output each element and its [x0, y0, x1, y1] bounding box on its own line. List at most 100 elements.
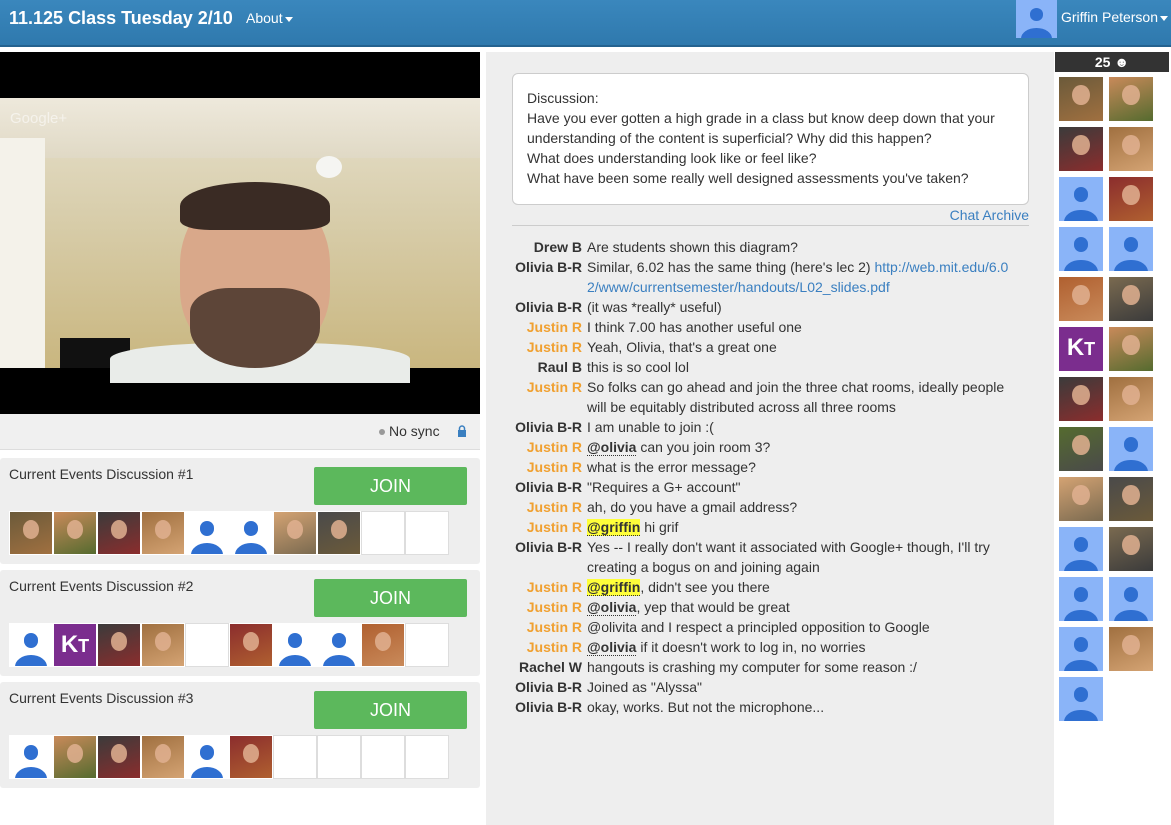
avatar-photo[interactable] [1108, 376, 1154, 422]
chevron-down-icon [1160, 15, 1169, 21]
avatar-photo[interactable] [229, 735, 273, 779]
avatar-kt-logo[interactable]: KT [1058, 326, 1104, 372]
chat-archive-link[interactable]: Chat Archive [950, 207, 1029, 223]
page-title: 11.125 Class Tuesday 2/10 [9, 8, 233, 28]
avatar-placeholder[interactable] [1108, 226, 1154, 272]
avatar-photo[interactable] [1058, 476, 1104, 522]
chat-text: @griffin, didn't see you there [587, 577, 1017, 597]
chat-author[interactable]: Justin R [486, 617, 587, 637]
avatar-photo[interactable] [1108, 326, 1154, 372]
avatar-photo[interactable] [1108, 76, 1154, 122]
join-room-button[interactable]: JOIN [314, 467, 467, 505]
chat-text-fragment: So folks can go ahead and join the three… [587, 379, 1005, 415]
avatar-photo[interactable] [1058, 276, 1104, 322]
avatar-photo[interactable] [97, 511, 141, 555]
chat-text: Yeah, Olivia, that's a great one [587, 337, 1017, 357]
avatar-placeholder[interactable] [1058, 626, 1104, 672]
avatar-photo[interactable] [1108, 176, 1154, 222]
avatar-photo[interactable] [1108, 276, 1154, 322]
avatar-photo[interactable] [1058, 376, 1104, 422]
avatar-photo[interactable] [1108, 126, 1154, 172]
sync-status[interactable]: No sync [379, 423, 440, 439]
chat-text-fragment: hangouts is crashing my computer for som… [587, 659, 917, 675]
chat-message: Justin R @olivia, yep that would be great [486, 597, 1054, 617]
chat-author[interactable]: Justin R [486, 597, 587, 617]
avatar-photo[interactable] [1058, 426, 1104, 472]
chat-author[interactable]: Justin R [486, 337, 587, 357]
avatar-photo[interactable] [9, 511, 53, 555]
chat-mention[interactable]: @olivia [587, 599, 637, 616]
avatar-photo[interactable] [1108, 476, 1154, 522]
avatar-placeholder[interactable] [273, 623, 317, 667]
chat-message: Olivia B-R Similar, 6.02 has the same thi… [486, 257, 1054, 297]
avatar-placeholder[interactable] [9, 623, 53, 667]
avatar-photo[interactable] [97, 735, 141, 779]
chat-text: @olivia, yep that would be great [587, 597, 1017, 617]
chat-author[interactable]: Drew B [486, 237, 587, 257]
avatar-photo[interactable] [141, 735, 185, 779]
discussion-prompt: Discussion: Have you ever gotten a high … [512, 73, 1029, 205]
avatar-placeholder[interactable] [317, 623, 361, 667]
avatar-placeholder[interactable] [185, 735, 229, 779]
avatar-placeholder[interactable] [1108, 426, 1154, 472]
chat-author[interactable]: Justin R [486, 317, 587, 337]
avatar-photo[interactable] [317, 511, 361, 555]
avatar-placeholder[interactable] [185, 511, 229, 555]
chat-mention[interactable]: @olivia [587, 439, 637, 456]
avatar-placeholder[interactable] [1058, 676, 1104, 722]
avatar-photo[interactable] [53, 735, 97, 779]
empty-seat [361, 735, 405, 779]
avatar-kt-logo[interactable]: KT [53, 623, 97, 667]
chat-text-fragment: Similar, 6.02 has the same thing (here's… [587, 259, 875, 275]
chat-text-fragment: "Requires a G+ account" [587, 479, 741, 495]
chat-message: Olivia B-R Joined as "Alyssa" [486, 677, 1054, 697]
join-room-button[interactable]: JOIN [314, 579, 467, 617]
chat-author[interactable]: Justin R [486, 377, 587, 417]
chat-author[interactable]: Olivia B-R [486, 537, 587, 577]
avatar-photo[interactable] [141, 511, 185, 555]
avatar-photo[interactable] [141, 623, 185, 667]
avatar-photo[interactable] [53, 511, 97, 555]
join-room-button[interactable]: JOIN [314, 691, 467, 729]
avatar-placeholder[interactable] [1058, 576, 1104, 622]
chat-author[interactable]: Raul B [486, 357, 587, 377]
chat-text: Yes -- I really don't want it associated… [587, 537, 1017, 577]
avatar-photo[interactable] [273, 511, 317, 555]
room-name: Current Events Discussion #1 [9, 466, 194, 482]
avatar-photo[interactable] [1108, 526, 1154, 572]
lock-icon[interactable] [457, 425, 467, 437]
avatar-photo[interactable] [1108, 626, 1154, 672]
avatar-placeholder[interactable] [1108, 576, 1154, 622]
avatar-placeholder[interactable] [1058, 226, 1104, 272]
chat-author[interactable]: Justin R [486, 457, 587, 477]
video-feed[interactable]: Google+ [0, 52, 480, 414]
chat-author[interactable]: Olivia B-R [486, 417, 587, 437]
chat-author[interactable]: Justin R [486, 517, 587, 537]
avatar-placeholder[interactable] [9, 735, 53, 779]
user-menu[interactable]: Griffin Peterson [1061, 9, 1169, 25]
avatar-photo[interactable] [1058, 126, 1104, 172]
chat-author[interactable]: Olivia B-R [486, 477, 587, 497]
user-avatar[interactable] [1016, 0, 1057, 38]
chat-author[interactable]: Justin R [486, 437, 587, 457]
chat-mention[interactable]: @griffin [587, 579, 641, 596]
chat-author[interactable]: Olivia B-R [486, 297, 587, 317]
avatar-photo[interactable] [361, 623, 405, 667]
avatar-photo[interactable] [97, 623, 141, 667]
chat-author[interactable]: Justin R [486, 577, 587, 597]
chat-author[interactable]: Justin R [486, 637, 587, 657]
avatar-photo[interactable] [229, 623, 273, 667]
chat-author[interactable]: Rachel W [486, 657, 587, 677]
breakout-room: Current Events Discussion #3 JOIN [0, 682, 480, 788]
avatar-placeholder[interactable] [1058, 176, 1104, 222]
about-menu[interactable]: About [246, 10, 293, 26]
avatar-photo[interactable] [1058, 76, 1104, 122]
avatar-placeholder[interactable] [229, 511, 273, 555]
avatar-placeholder[interactable] [1058, 526, 1104, 572]
chat-mention[interactable]: @griffin [587, 519, 641, 536]
chat-author[interactable]: Olivia B-R [486, 697, 587, 717]
chat-author[interactable]: Justin R [486, 497, 587, 517]
chat-author[interactable]: Olivia B-R [486, 677, 587, 697]
chat-mention[interactable]: @olivia [587, 639, 637, 656]
chat-author[interactable]: Olivia B-R [486, 257, 587, 297]
